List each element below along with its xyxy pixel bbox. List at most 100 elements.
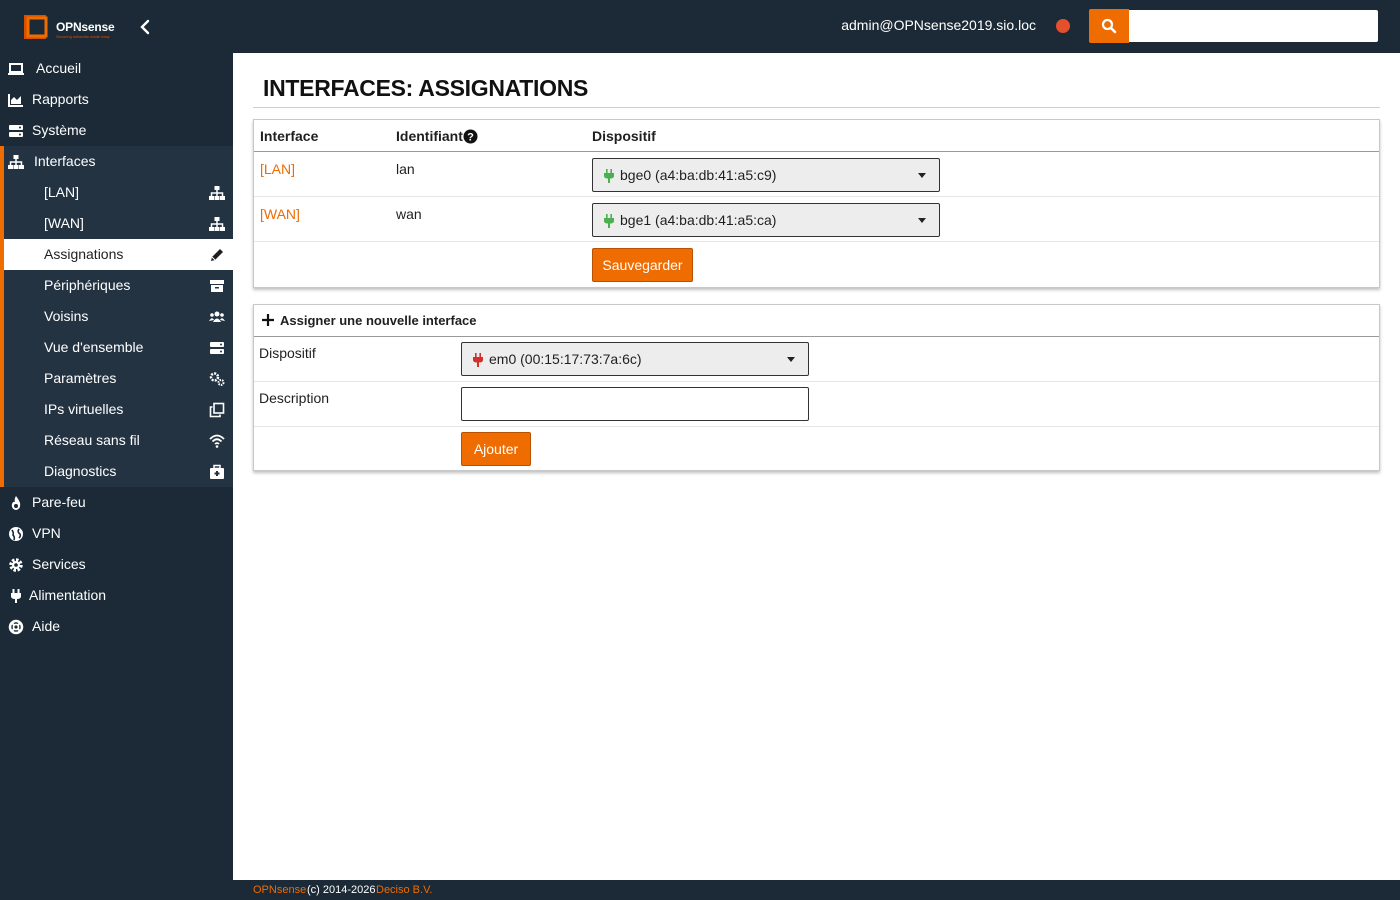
device-select-lan[interactable]: bge0 (a4:ba:db:41:a5:c9) [592, 158, 940, 192]
sidebar-item-parametres[interactable]: Paramètres [4, 363, 233, 394]
sidebar-item-services[interactable]: Services [0, 549, 233, 580]
sidebar-item-label: Rapports [32, 91, 89, 107]
server-icon [210, 342, 224, 354]
sidebar-item-label: Aide [32, 618, 61, 634]
footer-brand-link[interactable]: OPNsense [253, 884, 306, 896]
sidebar-item-accueil[interactable]: Accueil [0, 53, 233, 84]
select-value: bge1 (a4:ba:db:41:a5:ca) [620, 212, 777, 228]
sidebar-item-diagnostics[interactable]: Diagnostics [4, 456, 233, 487]
sidebar-item-label: Voisins [44, 308, 89, 324]
footer-copyright: (c) 2014-2026 [307, 884, 376, 896]
form-row-device: Dispositif em0 (00:15:17:73:7a:6c) [254, 337, 1379, 382]
title-divider [253, 107, 1380, 108]
sidebar-item-label: [LAN] [44, 184, 80, 200]
sidebar-item-label: IPs virtuelles [44, 401, 124, 417]
sidebar-item-label: Interfaces [34, 153, 96, 169]
sidebar-item-label: Système [32, 122, 87, 138]
chevron-left-icon[interactable] [138, 19, 152, 35]
help-icon[interactable]: ? [463, 129, 478, 144]
user-account[interactable]: admin@OPNsense2019.sio.loc [841, 17, 1036, 33]
logo-text: OPNsense [56, 20, 115, 34]
save-button[interactable]: Sauvegarder [592, 248, 693, 282]
cogs-icon [209, 372, 225, 386]
caret-down-icon [918, 173, 926, 178]
plug-icon [473, 353, 483, 367]
server-icon [9, 125, 23, 137]
opnsense-logo[interactable]: OPNsense Securing networks made easy [18, 10, 128, 44]
select-value: bge0 (a4:ba:db:41:a5:c9) [620, 167, 777, 183]
plus-icon [262, 314, 274, 326]
logo-tagline: Securing networks made easy [56, 34, 110, 39]
laptop-icon [8, 63, 24, 75]
sidebar-item-alimentation[interactable]: Alimentation [0, 580, 233, 611]
identifier-value: wan [396, 206, 422, 222]
form-row-description: Description [254, 382, 1379, 427]
interfaces-submenu: [LAN] [WAN] Assignations Périphériques V… [0, 177, 233, 487]
users-icon [209, 311, 225, 322]
column-header-interface: Interface [260, 128, 319, 144]
search-icon [1101, 18, 1117, 34]
select-value: em0 (00:15:17:73:7a:6c) [489, 351, 642, 367]
clone-icon [209, 402, 225, 418]
caret-down-icon [787, 357, 795, 362]
table-row: [LAN] lan bge0 (a4:ba:db:41:a5:c9) [254, 152, 1379, 197]
plug-icon [11, 589, 21, 603]
sidebar-item-label: Alimentation [29, 587, 107, 603]
search-button[interactable] [1089, 9, 1129, 43]
sidebar-item-vue-ensemble[interactable]: Vue d'ensemble [4, 332, 233, 363]
top-bar: OPNsense Securing networks made easy adm… [0, 0, 1400, 53]
sidebar-item-rapports[interactable]: Rapports [0, 84, 233, 115]
sidebar-item-label: [WAN] [44, 215, 84, 231]
globe-icon [9, 527, 23, 541]
sidebar-item-pare-feu[interactable]: Pare-feu [0, 487, 233, 518]
sidebar-item-ips-virtuelles[interactable]: IPs virtuelles [4, 394, 233, 425]
footer-company-link[interactable]: Deciso B.V. [376, 884, 432, 896]
caret-down-icon [918, 218, 926, 223]
sidebar-item-voisins[interactable]: Voisins [4, 301, 233, 332]
sidebar-item-interfaces[interactable]: Interfaces [0, 146, 233, 177]
identifier-value: lan [396, 161, 415, 177]
sidebar-item-label: Assignations [44, 246, 124, 262]
sidebar-item-label: Diagnostics [44, 463, 117, 479]
sidebar: Accueil Rapports Système Interfaces [LAN… [0, 53, 233, 900]
assignments-header-row: Interface Identifiant ? Dispositif [254, 120, 1379, 152]
column-header-device: Dispositif [592, 128, 656, 144]
sidebar-item-wan[interactable]: [WAN] [4, 208, 233, 239]
sitemap-icon [209, 186, 225, 200]
sitemap-icon [209, 217, 225, 231]
table-row: [WAN] wan bge1 (a4:ba:db:41:a5:ca) [254, 197, 1379, 242]
interface-link-wan[interactable]: [WAN] [260, 206, 300, 222]
sidebar-item-systeme[interactable]: Système [0, 115, 233, 146]
description-label: Description [259, 390, 330, 406]
interface-link-lan[interactable]: [LAN] [260, 161, 295, 177]
sidebar-item-reseau-sans-fil[interactable]: Réseau sans fil [4, 425, 233, 456]
sidebar-item-lan[interactable]: [LAN] [4, 177, 233, 208]
sidebar-item-label: Vue d'ensemble [44, 339, 144, 355]
description-input[interactable] [461, 387, 809, 421]
status-indicator[interactable] [1056, 19, 1070, 33]
sidebar-item-assignations[interactable]: Assignations [4, 239, 233, 270]
plug-icon [604, 214, 614, 228]
add-button[interactable]: Ajouter [461, 432, 531, 466]
device-label: Dispositif [259, 345, 316, 361]
medkit-icon [210, 464, 224, 479]
page-title: INTERFACES: ASSIGNATIONS [263, 75, 589, 101]
sidebar-item-aide[interactable]: Aide [0, 611, 233, 642]
search-input[interactable] [1129, 10, 1378, 42]
sitemap-icon [8, 155, 24, 169]
device-select-wan[interactable]: bge1 (a4:ba:db:41:a5:ca) [592, 203, 940, 237]
logo-mark-icon [24, 15, 48, 39]
fire-icon [11, 496, 21, 510]
new-interface-title: Assigner une nouvelle interface [280, 313, 477, 328]
sidebar-item-label: Périphériques [44, 277, 131, 293]
sidebar-item-peripheriques[interactable]: Périphériques [4, 270, 233, 301]
sidebar-item-label: VPN [32, 525, 61, 541]
sidebar-item-label: Services [32, 556, 86, 572]
column-header-identifier: Identifiant [396, 128, 463, 144]
sidebar-item-vpn[interactable]: VPN [0, 518, 233, 549]
wifi-icon [209, 434, 225, 448]
plug-icon [604, 169, 614, 183]
archive-icon [210, 280, 224, 292]
area-chart-icon [8, 94, 23, 107]
new-device-select[interactable]: em0 (00:15:17:73:7a:6c) [461, 342, 809, 376]
